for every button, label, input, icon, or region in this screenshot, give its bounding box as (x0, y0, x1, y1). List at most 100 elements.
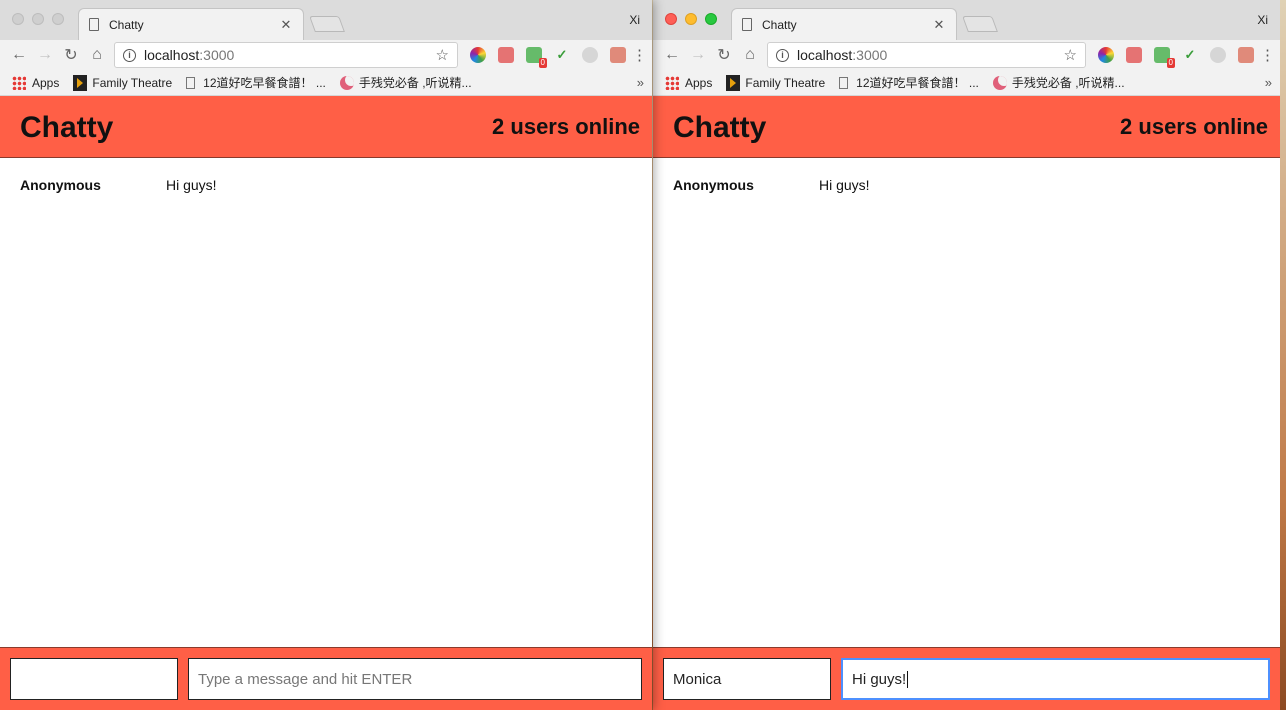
close-tab-icon[interactable]: ✕ (279, 17, 293, 33)
bookmark-extension-icon[interactable] (498, 47, 514, 63)
plex-icon (73, 74, 88, 91)
tab-chatty[interactable]: Chatty ✕ (78, 8, 304, 40)
plex-icon (726, 74, 741, 91)
url-port: :3000 (199, 47, 235, 63)
message-content: Hi guys! (166, 177, 217, 193)
window-controls (665, 13, 717, 25)
forward-arrow-icon[interactable]: → (32, 42, 58, 68)
apps-grid-icon (12, 75, 26, 90)
navbar: Chatty 2 users online (653, 96, 1280, 158)
bookmark-star-icon[interactable]: ☆ (436, 46, 449, 64)
username-input[interactable]: Monica (663, 658, 831, 700)
bookmark-family-theatre[interactable]: Family Theatre (726, 74, 826, 91)
vue-devtools-icon[interactable]: ✓ (1182, 47, 1198, 63)
back-arrow-icon[interactable]: ← (659, 42, 685, 68)
profile-name[interactable]: Xi (629, 13, 640, 27)
sync-extension-icon[interactable] (1210, 47, 1226, 63)
minimize-window-button[interactable] (685, 13, 697, 25)
bookmark-label: 12道好吃早餐食譜！ ... (856, 76, 979, 90)
kebab-menu-icon[interactable]: ⋮ (1260, 46, 1275, 64)
extension-badge: 0 (538, 58, 547, 68)
close-tab-icon[interactable]: ✕ (932, 17, 946, 33)
bookmark-must-have[interactable]: 手残党必备 ,听说精... (992, 74, 1125, 91)
tab-chatty[interactable]: Chatty ✕ (731, 8, 957, 40)
vue-devtools-icon[interactable]: ✓ (554, 47, 570, 63)
bookmark-label: Family Theatre (745, 75, 826, 90)
zoom-window-button[interactable] (705, 13, 717, 25)
new-tab-button[interactable] (962, 16, 998, 32)
zoom-window-button[interactable] (52, 13, 64, 25)
bookmark-label: 手残党必备 ,听说精... (1011, 76, 1125, 90)
bookmark-label: Family Theatre (92, 75, 173, 90)
bookmarks-bar: Apps Family Theatre 12道好吃早餐食譜！ ... 手残党必备… (0, 70, 652, 96)
address-bar[interactable]: i localhost :3000 ☆ (767, 42, 1086, 68)
chatbar: Monica Hi guys! (653, 647, 1280, 710)
url-host: localhost (797, 47, 853, 63)
message-input[interactable]: Hi guys! (841, 658, 1270, 700)
brand-title: Chatty (673, 110, 767, 144)
bookmark-label: Apps (32, 75, 60, 90)
message-username: Anonymous (673, 177, 754, 193)
tab-title: Chatty (762, 17, 797, 32)
chat-extension-icon[interactable]: 0 (526, 47, 547, 68)
more-bookmarks-chevron-icon[interactable]: » (637, 75, 644, 90)
chatty-app: Chatty 2 users online Anonymous Hi guys!… (653, 96, 1280, 710)
color-picker-extension-icon[interactable] (1098, 47, 1114, 63)
moon-icon (992, 75, 1007, 90)
bookmark-apps[interactable]: Apps (12, 75, 60, 90)
bookmark-apps[interactable]: Apps (665, 75, 712, 90)
bookmark-must-have[interactable]: 手残党必备 ,听说精... (339, 74, 472, 91)
close-window-button[interactable] (665, 13, 677, 25)
tab-strip: Chatty ✕ Xi (0, 0, 652, 40)
avatar-extension-icon[interactable] (1238, 47, 1254, 63)
navbar: Chatty 2 users online (0, 96, 652, 158)
color-picker-extension-icon[interactable] (470, 47, 486, 63)
reload-icon[interactable]: ↻ (58, 42, 84, 68)
bookmarks-bar: Apps Family Theatre 12道好吃早餐食譜！ ... 手残党必备… (653, 70, 1280, 96)
browser-window-left: Chatty ✕ Xi ← → ↻ ⌂ i localhost :3000 ☆ … (0, 0, 652, 710)
forward-arrow-icon[interactable]: → (685, 42, 711, 68)
browser-toolbar: ← → ↻ ⌂ i localhost :3000 ☆ 0 ✓ ⋮ (653, 40, 1280, 70)
page-icon (839, 76, 849, 89)
username-input[interactable] (10, 658, 178, 700)
message-username: Anonymous (20, 177, 101, 193)
info-icon[interactable]: i (776, 48, 789, 62)
back-arrow-icon[interactable]: ← (6, 42, 32, 68)
page-icon (186, 76, 196, 89)
desktop-wallpaper-edge (1280, 0, 1286, 710)
users-online-count: 2 users online (1120, 113, 1268, 139)
address-bar[interactable]: i localhost :3000 ☆ (114, 42, 458, 68)
url-host: localhost (144, 47, 200, 63)
kebab-menu-icon[interactable]: ⋮ (632, 46, 647, 64)
close-window-button[interactable] (12, 13, 24, 25)
users-online-count: 2 users online (492, 113, 640, 139)
bookmark-family-theatre[interactable]: Family Theatre (73, 74, 173, 91)
message-item: Anonymous Hi guys! (0, 177, 652, 193)
bookmark-extension-icon[interactable] (1126, 47, 1142, 63)
apps-grid-icon (665, 75, 679, 90)
message-input[interactable]: Type a message and hit ENTER (188, 658, 642, 700)
text-caret (907, 670, 909, 688)
chat-extension-icon[interactable]: 0 (1154, 47, 1175, 68)
profile-name[interactable]: Xi (1257, 13, 1268, 27)
bookmark-breakfast-recipes[interactable]: 12道好吃早餐食譜！ ... (839, 74, 979, 91)
home-icon[interactable]: ⌂ (737, 42, 763, 68)
avatar-extension-icon[interactable] (610, 47, 626, 63)
message-content: Hi guys! (819, 177, 870, 193)
bookmark-breakfast-recipes[interactable]: 12道好吃早餐食譜！ ... (186, 74, 326, 91)
moon-icon (339, 75, 354, 90)
bookmark-star-icon[interactable]: ☆ (1064, 46, 1077, 64)
extension-badge: 0 (1166, 58, 1175, 68)
brand-title: Chatty (20, 110, 114, 144)
home-icon[interactable]: ⌂ (84, 42, 110, 68)
minimize-window-button[interactable] (32, 13, 44, 25)
new-tab-button[interactable] (309, 16, 345, 32)
tab-title: Chatty (109, 17, 144, 32)
chatbar: Type a message and hit ENTER (0, 647, 652, 710)
desktop: Chatty ✕ Xi ← → ↻ ⌂ i localhost :3000 ☆ … (0, 0, 1286, 710)
more-bookmarks-chevron-icon[interactable]: » (1265, 75, 1272, 90)
reload-icon[interactable]: ↻ (711, 42, 737, 68)
message-list: Anonymous Hi guys! (0, 158, 652, 647)
sync-extension-icon[interactable] (582, 47, 598, 63)
info-icon[interactable]: i (123, 48, 136, 62)
